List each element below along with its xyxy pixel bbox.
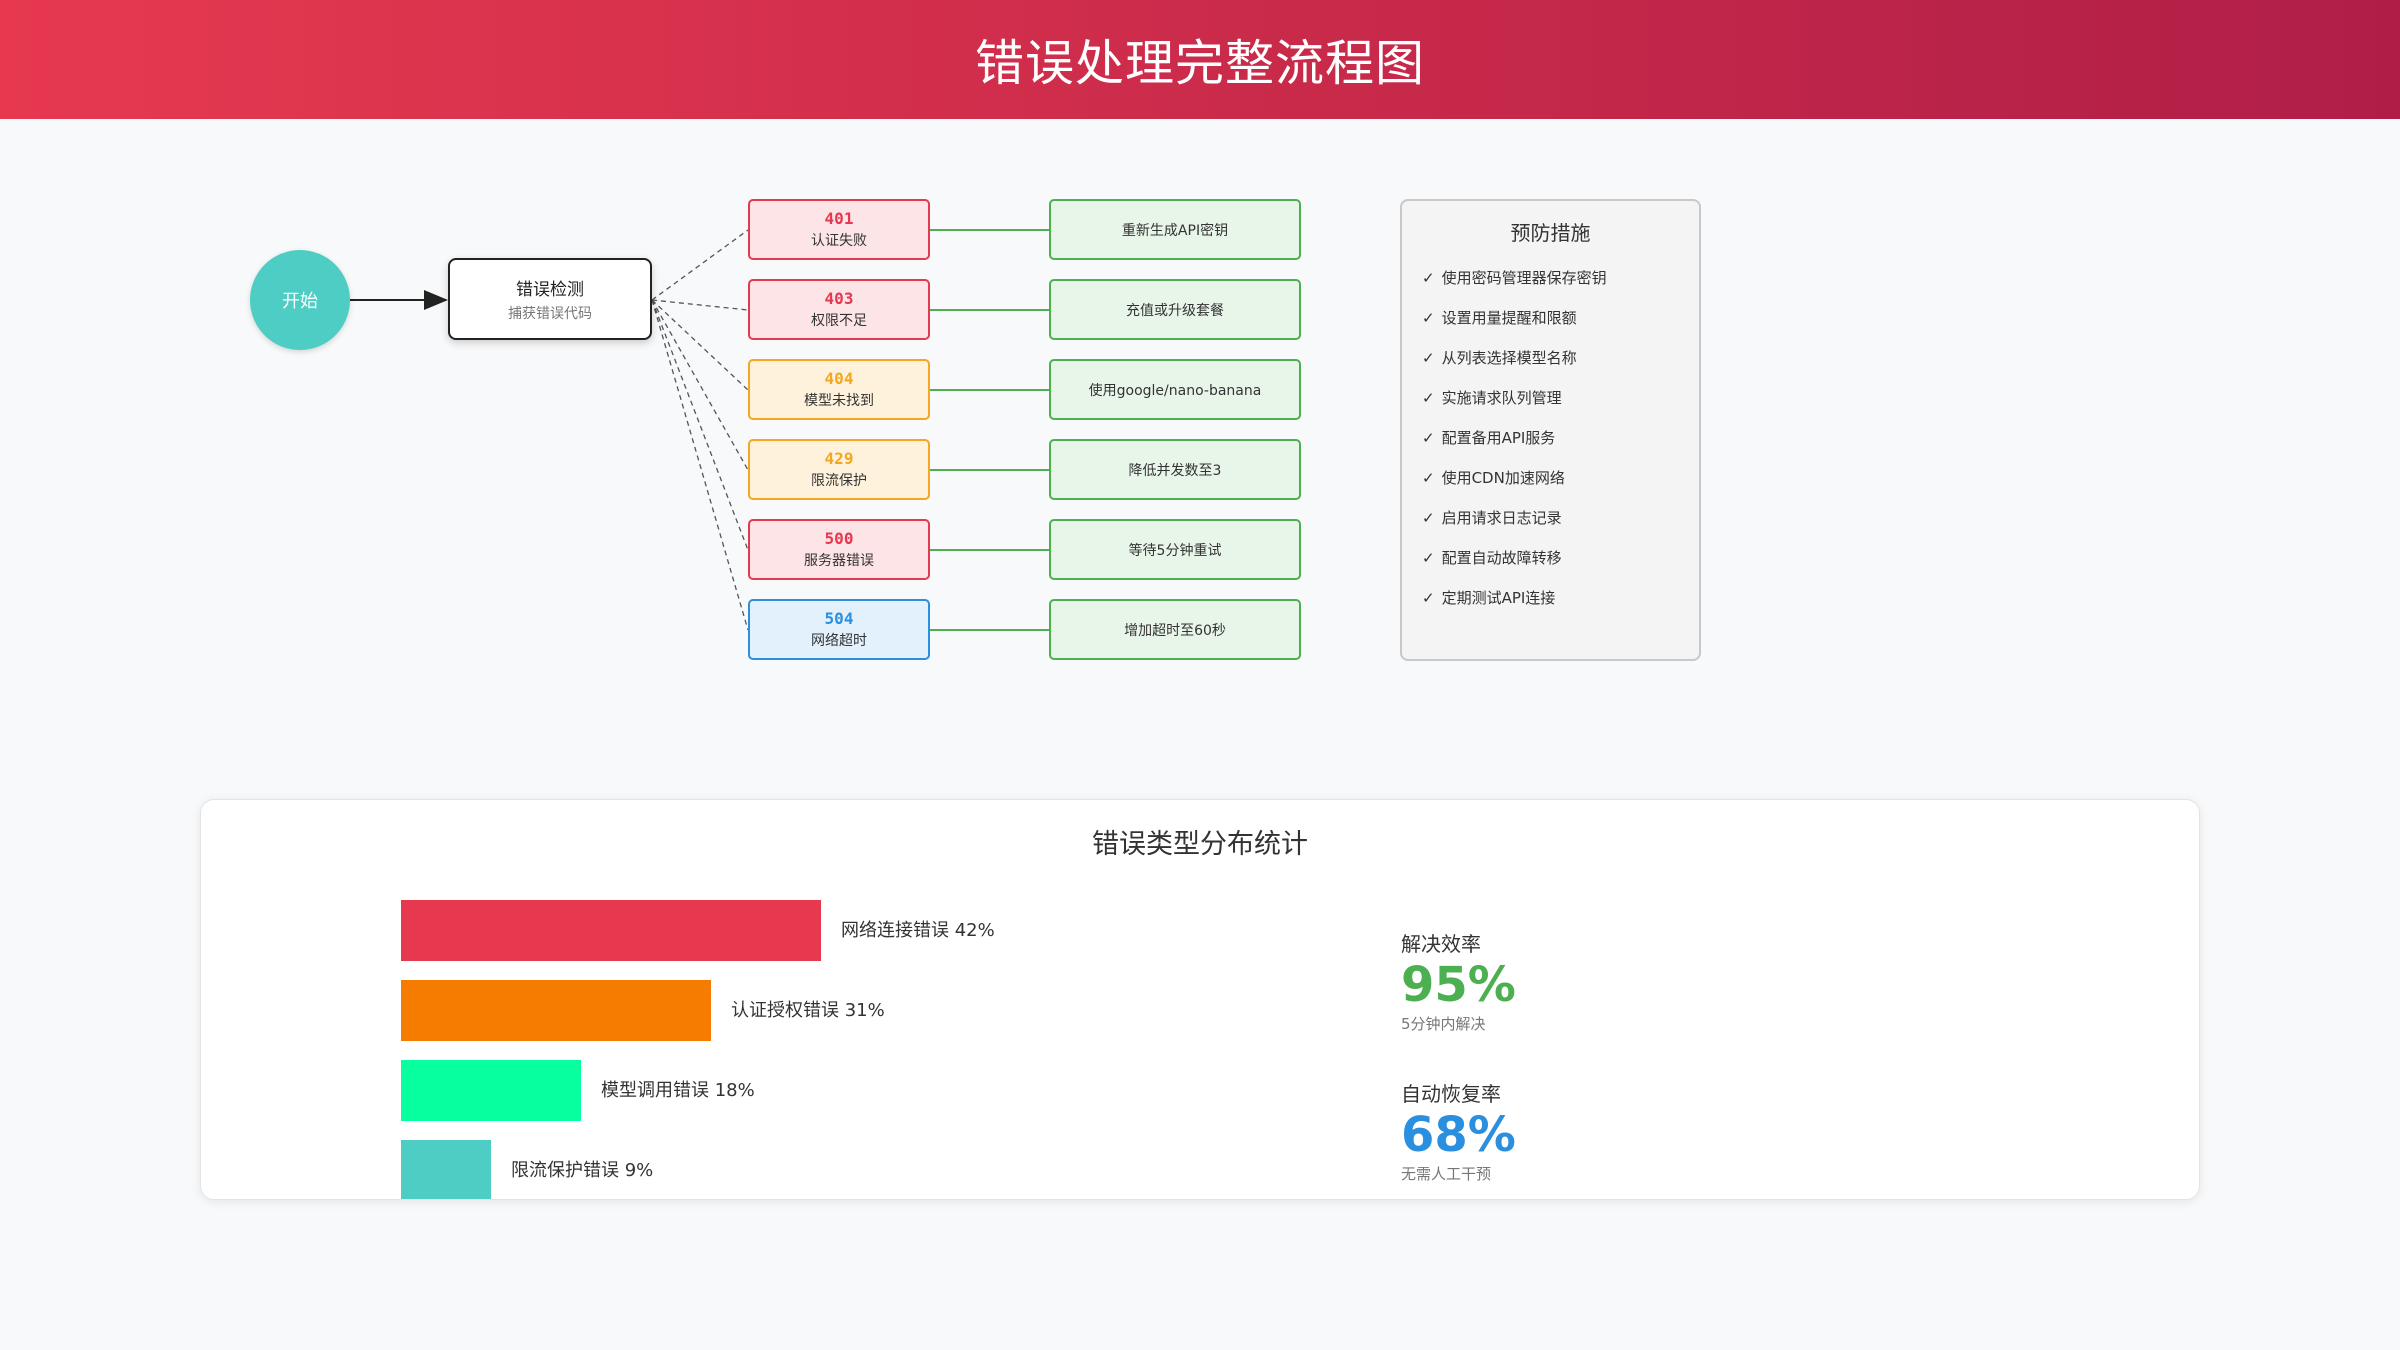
metric-subtitle: 无需人工干预 (1401, 1165, 1492, 1183)
error-label: 服务器错误 (804, 553, 874, 569)
bar-label: 网络连接错误 42% (841, 920, 995, 941)
stats-panel: 错误类型分布统计 网络连接错误 42% 认证授权错误 31% 模型调用错误 18% 限… (200, 799, 2200, 1200)
prevention-panel: 预防措施 ✓ 使用密码管理器保存密钥 ✓ 设置用量提醒和限额 ✓ 从列表选择模型名称 … (1400, 199, 1701, 661)
check-icon: ✓ (1422, 389, 1435, 407)
metric-value: 95% (1401, 957, 1516, 1013)
check-icon: ✓ (1422, 269, 1435, 287)
bar-label: 认证授权错误 31% (731, 1000, 885, 1021)
error-label: 网络超时 (811, 633, 867, 649)
error-label: 认证失败 (811, 233, 867, 249)
prevention-item: ✓ 配置备用API服务 (1422, 429, 1556, 447)
detect-to-error-link (651, 299, 749, 631)
prevention-item: ✓ 定期测试API连接 (1422, 589, 1556, 607)
detect-subtitle: 捕获错误代码 (508, 306, 592, 322)
error-node-429: 429 限流保护 (748, 439, 930, 500)
error-label: 模型未找到 (804, 393, 874, 409)
check-icon: ✓ (1422, 309, 1435, 327)
metric-subtitle: 5分钟内解决 (1401, 1015, 1486, 1033)
bar (401, 1140, 491, 1199)
check-icon: ✓ (1422, 509, 1435, 527)
check-icon: ✓ (1422, 469, 1435, 487)
detect-to-error-link (651, 229, 749, 301)
detect-to-error-link (651, 299, 749, 311)
detect-to-error-link (651, 299, 749, 471)
error-node-401: 401 认证失败 (748, 199, 930, 260)
bar (401, 1060, 581, 1121)
error-code: 500 (824, 529, 854, 548)
prevention-list: ✓ 使用密码管理器保存密钥 ✓ 设置用量提醒和限额 ✓ 从列表选择模型名称 ✓ 实施请求… (1402, 258, 1699, 618)
error-label: 权限不足 (811, 313, 867, 329)
error-detection-node: 错误检测 捕获错误代码 (448, 258, 652, 340)
error-code: 429 (824, 449, 854, 468)
solution-node-500: 等待5分钟重试 (1049, 519, 1301, 580)
prevention-item: ✓ 使用CDN加速网络 (1422, 469, 1565, 487)
detect-to-error-link (651, 299, 749, 551)
prevention-item: ✓ 配置自动故障转移 (1422, 549, 1562, 567)
prevention-item: ✓ 设置用量提醒和限额 (1422, 309, 1577, 327)
detect-to-error-link (651, 299, 749, 391)
prevention-item: ✓ 从列表选择模型名称 (1422, 349, 1577, 367)
metric-auto-recovery: 自动恢复率 68% 无需人工干预 (1401, 1078, 1516, 1184)
error-node-404: 404 模型未找到 (748, 359, 930, 420)
detect-title: 错误检测 (516, 280, 584, 300)
prevention-item: ✓ 实施请求队列管理 (1422, 389, 1562, 407)
prevention-title: 预防措施 (1510, 221, 1591, 245)
prevention-item: ✓ 启用请求日志记录 (1422, 509, 1562, 527)
error-code: 401 (824, 209, 854, 228)
metric-label: 自动恢复率 (1401, 1082, 1501, 1106)
start-node: 开始 (250, 250, 350, 350)
start-label: 开始 (282, 291, 318, 312)
solution-node-429: 降低并发数至3 (1049, 439, 1301, 500)
metric-resolution-efficiency: 解决效率 95% 5分钟内解决 (1401, 928, 1516, 1034)
prevention-item: ✓ 使用密码管理器保存密钥 (1422, 269, 1607, 287)
solution-node-401: 重新生成API密钥 (1049, 199, 1301, 260)
solution-node-404: 使用google/nano-banana (1049, 359, 1301, 420)
metric-value: 68% (1401, 1107, 1516, 1163)
error-label: 限流保护 (811, 473, 867, 489)
error-code: 403 (824, 289, 854, 308)
error-node-504: 504 网络超时 (748, 599, 930, 660)
bar (401, 900, 821, 961)
check-icon: ✓ (1422, 549, 1435, 567)
solution-node-403: 充值或升级套餐 (1049, 279, 1301, 340)
error-distribution-chart: 网络连接错误 42% 认证授权错误 31% 模型调用错误 18% 限流保护错误 9% (201, 800, 2199, 1199)
error-node-403: 403 权限不足 (748, 279, 930, 340)
error-code: 404 (824, 369, 854, 388)
check-icon: ✓ (1422, 589, 1435, 607)
bar-label: 模型调用错误 18% (601, 1080, 755, 1101)
bar (401, 980, 711, 1041)
solution-node-504: 增加超时至60秒 (1049, 599, 1301, 660)
error-code: 504 (824, 609, 854, 628)
error-node-500: 500 服务器错误 (748, 519, 930, 580)
metric-label: 解决效率 (1401, 932, 1481, 956)
bar-label: 限流保护错误 9% (511, 1160, 654, 1181)
check-icon: ✓ (1422, 429, 1435, 447)
check-icon: ✓ (1422, 349, 1435, 367)
